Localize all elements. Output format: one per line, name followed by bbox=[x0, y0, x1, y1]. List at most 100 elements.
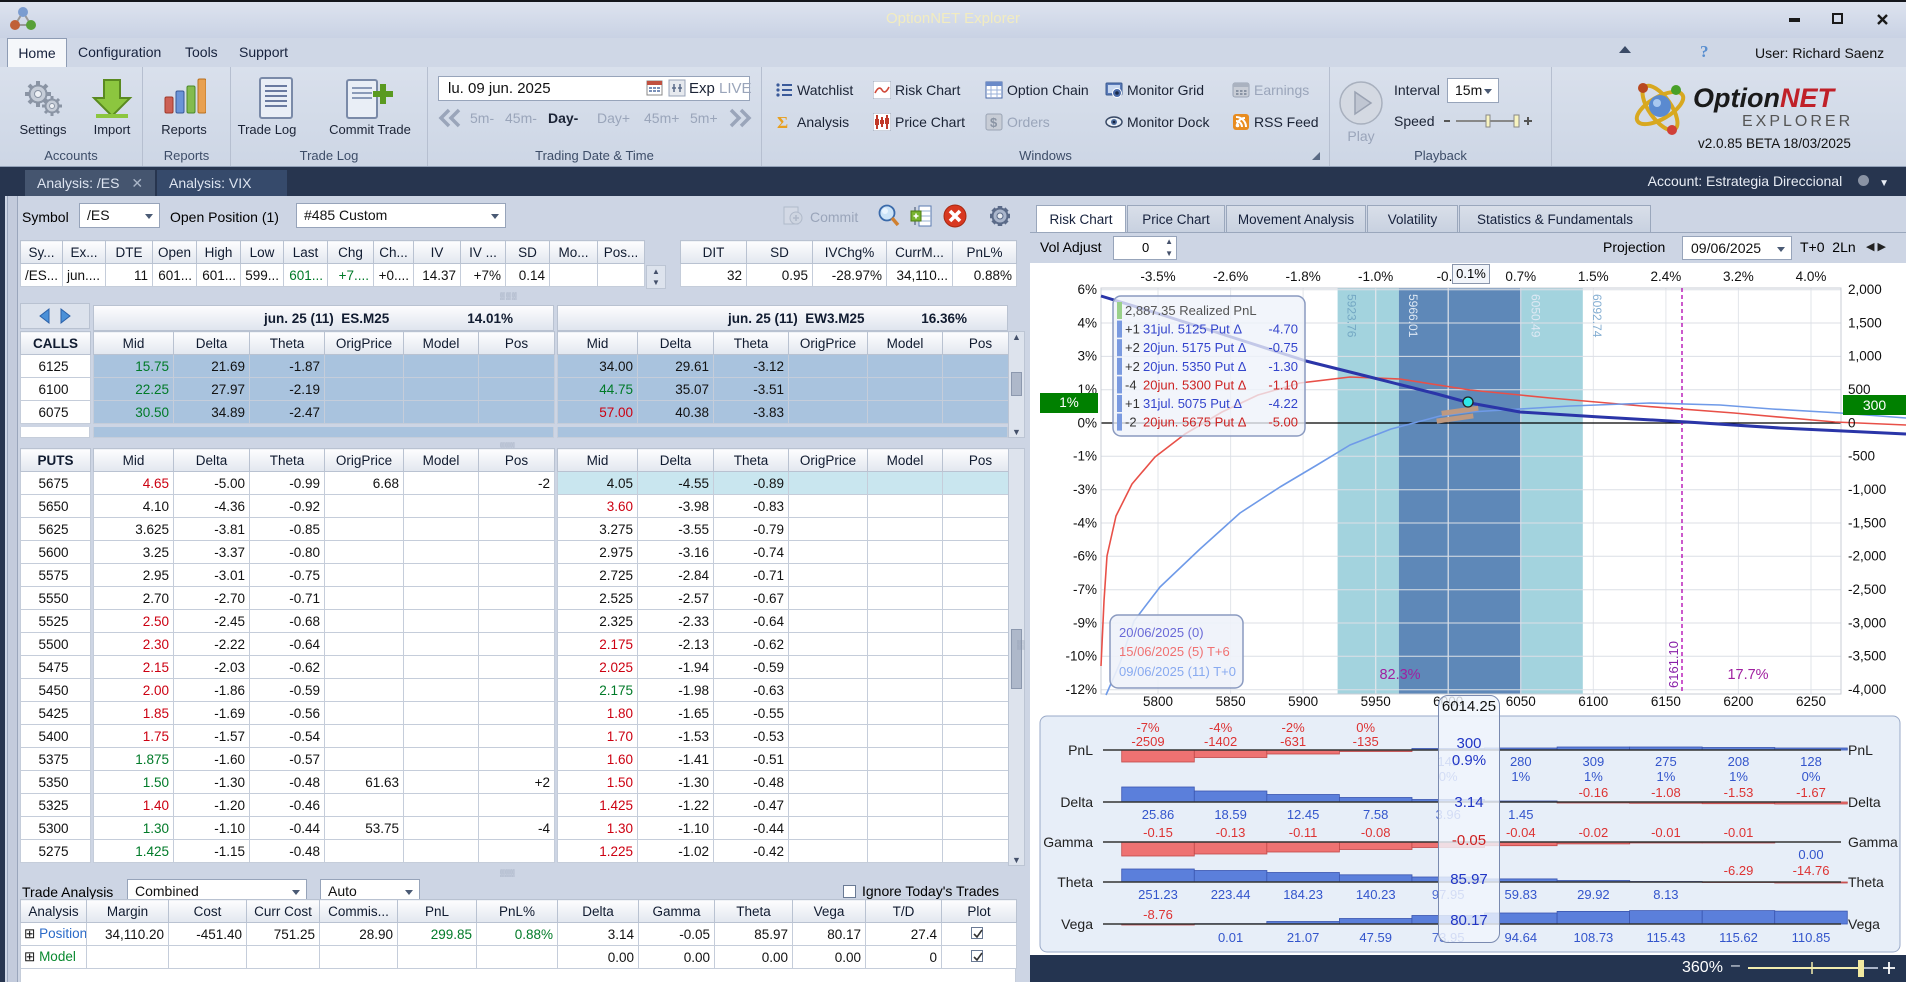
svg-text:-4,000: -4,000 bbox=[1848, 682, 1886, 697]
svg-text:31jul. 5075 Put Δ: 31jul. 5075 Put Δ bbox=[1143, 396, 1242, 411]
svg-text:0%: 0% bbox=[1802, 769, 1821, 784]
svg-text:-7%: -7% bbox=[1073, 582, 1097, 597]
svg-text:184.23: 184.23 bbox=[1283, 887, 1323, 902]
svg-text:280: 280 bbox=[1510, 754, 1532, 769]
svg-text:-0.04: -0.04 bbox=[1506, 825, 1536, 840]
svg-text:-5.00: -5.00 bbox=[1268, 415, 1298, 430]
svg-text:-8.76: -8.76 bbox=[1143, 907, 1173, 922]
svg-text:-0.01: -0.01 bbox=[1724, 825, 1754, 840]
svg-text:15/06/2025 (5) T+6: 15/06/2025 (5) T+6 bbox=[1119, 644, 1230, 659]
svg-text:-9%: -9% bbox=[1073, 615, 1097, 630]
svg-text:108.73: 108.73 bbox=[1574, 930, 1614, 945]
svg-text:-0.02: -0.02 bbox=[1579, 825, 1609, 840]
svg-text:3.2%: 3.2% bbox=[1723, 269, 1754, 284]
svg-text:0: 0 bbox=[1848, 415, 1856, 430]
svg-text:Gamma: Gamma bbox=[1043, 834, 1093, 850]
svg-text:251.23: 251.23 bbox=[1138, 887, 1178, 902]
svg-text:Theta: Theta bbox=[1848, 874, 1884, 890]
svg-text:+2: +2 bbox=[1125, 359, 1140, 374]
svg-text:5966.01: 5966.01 bbox=[1406, 294, 1420, 338]
svg-text:09/06/2025 (11) T+0: 09/06/2025 (11) T+0 bbox=[1119, 664, 1236, 679]
svg-text:29.92: 29.92 bbox=[1577, 887, 1610, 902]
svg-text:20jun. 5675 Put Δ: 20jun. 5675 Put Δ bbox=[1143, 415, 1247, 430]
svg-text:-2,000: -2,000 bbox=[1848, 549, 1886, 564]
svg-text:PnL: PnL bbox=[1068, 742, 1093, 758]
svg-text:0%: 0% bbox=[1356, 720, 1375, 735]
svg-text:Vega: Vega bbox=[1061, 916, 1093, 932]
svg-text:25.86: 25.86 bbox=[1142, 807, 1175, 822]
svg-text:20jun. 5350 Put Δ: 20jun. 5350 Put Δ bbox=[1143, 359, 1247, 374]
svg-text:5800: 5800 bbox=[1143, 694, 1173, 709]
svg-text:-2%: -2% bbox=[1282, 720, 1306, 735]
svg-text:-3.5%: -3.5% bbox=[1140, 269, 1175, 284]
svg-text:-1.53: -1.53 bbox=[1724, 785, 1754, 800]
svg-text:20/06/2025 (0): 20/06/2025 (0) bbox=[1119, 625, 1204, 640]
svg-text:31jul. 5125 Put Δ: 31jul. 5125 Put Δ bbox=[1143, 322, 1242, 337]
svg-text:-6%: -6% bbox=[1073, 549, 1097, 564]
svg-text:-3%: -3% bbox=[1073, 482, 1097, 497]
svg-text:-1402: -1402 bbox=[1204, 734, 1237, 749]
svg-text:20jun. 5300 Put Δ: 20jun. 5300 Put Δ bbox=[1143, 377, 1247, 392]
svg-text:-0.01: -0.01 bbox=[1651, 825, 1681, 840]
svg-text:-0.75: -0.75 bbox=[1268, 340, 1298, 355]
svg-text:1,000: 1,000 bbox=[1848, 349, 1882, 364]
svg-text:128: 128 bbox=[1800, 754, 1822, 769]
svg-text:-4.70: -4.70 bbox=[1268, 322, 1298, 337]
svg-text:-0.15: -0.15 bbox=[1143, 825, 1173, 840]
svg-text:18.59: 18.59 bbox=[1214, 807, 1247, 822]
svg-text:-3,000: -3,000 bbox=[1848, 615, 1886, 630]
svg-text:-1.8%: -1.8% bbox=[1285, 269, 1320, 284]
svg-text:47.59: 47.59 bbox=[1359, 930, 1392, 945]
svg-text:-1.0%: -1.0% bbox=[1358, 269, 1393, 284]
svg-text:2.4%: 2.4% bbox=[1651, 269, 1682, 284]
svg-text:6092.74: 6092.74 bbox=[1590, 294, 1604, 338]
svg-text:-1.67: -1.67 bbox=[1796, 785, 1826, 800]
svg-text:-10%: -10% bbox=[1065, 649, 1097, 664]
svg-text:7.58: 7.58 bbox=[1363, 807, 1388, 822]
svg-text:3%: 3% bbox=[1077, 349, 1097, 364]
svg-text:-500: -500 bbox=[1848, 449, 1875, 464]
svg-text:6150: 6150 bbox=[1651, 694, 1681, 709]
svg-text:$: $ bbox=[990, 115, 998, 130]
svg-text:-1%: -1% bbox=[1073, 449, 1097, 464]
svg-text:6161.10: 6161.10 bbox=[1666, 641, 1681, 688]
svg-text:0.01: 0.01 bbox=[1218, 930, 1243, 945]
svg-text:-631: -631 bbox=[1280, 734, 1306, 749]
svg-text:6100: 6100 bbox=[1578, 694, 1608, 709]
svg-text:-3,500: -3,500 bbox=[1848, 649, 1886, 664]
svg-text:5923.76: 5923.76 bbox=[1345, 294, 1359, 338]
svg-text:Σ: Σ bbox=[777, 113, 788, 131]
svg-text:6200: 6200 bbox=[1723, 694, 1753, 709]
svg-text:4%: 4% bbox=[1077, 315, 1097, 330]
svg-text:-2509: -2509 bbox=[1131, 734, 1164, 749]
svg-text:-0.16: -0.16 bbox=[1579, 785, 1609, 800]
svg-text:-2.6%: -2.6% bbox=[1213, 269, 1248, 284]
svg-text:0.7%: 0.7% bbox=[1505, 269, 1536, 284]
svg-text:8.13: 8.13 bbox=[1653, 887, 1678, 902]
svg-text:-12%: -12% bbox=[1065, 682, 1097, 697]
svg-text:82.3%: 82.3% bbox=[1379, 667, 1420, 683]
svg-text:12.45: 12.45 bbox=[1287, 807, 1320, 822]
svg-text:-2,500: -2,500 bbox=[1848, 582, 1886, 597]
svg-text:PnL: PnL bbox=[1848, 742, 1873, 758]
svg-text:59.83: 59.83 bbox=[1505, 887, 1538, 902]
svg-text:-1,000: -1,000 bbox=[1848, 482, 1886, 497]
svg-text:20jun. 5175 Put Δ: 20jun. 5175 Put Δ bbox=[1143, 340, 1247, 355]
svg-text:17.7%: 17.7% bbox=[1727, 667, 1768, 683]
svg-text:275: 275 bbox=[1655, 754, 1677, 769]
svg-text:Theta: Theta bbox=[1057, 874, 1093, 890]
svg-text:1.5%: 1.5% bbox=[1578, 269, 1609, 284]
svg-text:1%: 1% bbox=[1729, 769, 1748, 784]
svg-text:+1: +1 bbox=[1125, 322, 1140, 337]
svg-text:+1: +1 bbox=[1125, 396, 1140, 411]
svg-text:-6.29: -6.29 bbox=[1724, 863, 1754, 878]
svg-text:-2: -2 bbox=[1125, 415, 1137, 430]
svg-text:-4.22: -4.22 bbox=[1268, 396, 1298, 411]
svg-text:110.85: 110.85 bbox=[1792, 930, 1831, 945]
svg-text:-14.76: -14.76 bbox=[1793, 863, 1830, 878]
svg-text:-1,500: -1,500 bbox=[1848, 515, 1886, 530]
svg-text:21.07: 21.07 bbox=[1287, 930, 1320, 945]
svg-text:6050.49: 6050.49 bbox=[1529, 294, 1543, 338]
svg-text:2,887.35 Realized PnL: 2,887.35 Realized PnL bbox=[1125, 303, 1257, 318]
svg-text:1.45: 1.45 bbox=[1508, 807, 1533, 822]
